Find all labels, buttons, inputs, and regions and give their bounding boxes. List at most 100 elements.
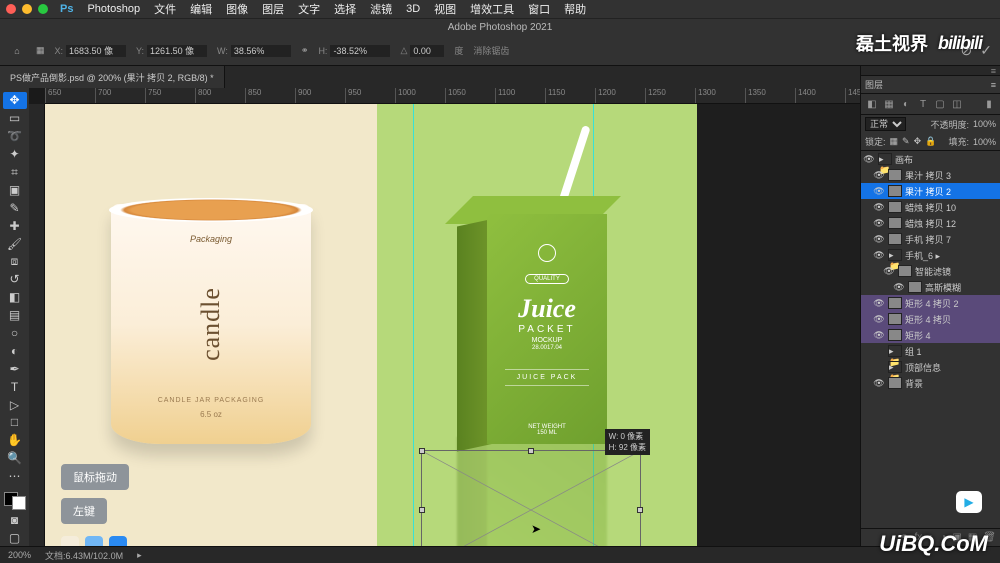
lock-all-icon[interactable]: 🔒 — [925, 136, 936, 147]
visibility-icon[interactable]: 👁 — [873, 330, 885, 341]
layer-row[interactable]: 👁矩形 4 拷贝 2 — [861, 295, 1000, 311]
lasso-tool[interactable]: ➰ — [3, 128, 27, 145]
visibility-icon[interactable]: 👁 — [873, 314, 885, 325]
mac-max[interactable] — [38, 4, 48, 14]
panel-menu-icon[interactable]: ≡ — [991, 80, 996, 90]
zoom-tool[interactable]: 🔍 — [3, 450, 27, 467]
angle-input[interactable] — [410, 45, 444, 57]
pen-tool[interactable]: ✒ — [3, 360, 27, 377]
x-input[interactable] — [66, 45, 126, 57]
heal-tool[interactable]: ✚ — [3, 217, 27, 234]
h-input[interactable] — [330, 45, 390, 57]
screenmode-icon[interactable]: ▢ — [3, 529, 27, 546]
blur-tool[interactable]: ○ — [3, 325, 27, 342]
stamp-tool[interactable]: ⧈ — [3, 253, 27, 270]
transform-handle[interactable] — [528, 448, 534, 454]
filter-adjust-icon[interactable]: ◐ — [899, 97, 913, 111]
filter-kind-icon[interactable]: ◧ — [865, 97, 879, 111]
gradient-tool[interactable]: ▤ — [3, 307, 27, 324]
menu-item[interactable]: 增效工具 — [470, 1, 514, 17]
frame-tool[interactable]: ▣ — [3, 181, 27, 198]
guide[interactable] — [413, 104, 414, 546]
transform-handle[interactable] — [419, 507, 425, 513]
w-input[interactable] — [231, 45, 291, 57]
panel-menu-icon[interactable]: ≡ — [991, 66, 996, 75]
shape-tool[interactable]: □ — [3, 414, 27, 431]
menu-item[interactable]: 滤镜 — [370, 1, 392, 17]
menu-item[interactable]: 图像 — [226, 1, 248, 17]
layer-row[interactable]: 👁矩形 4 拷贝 — [861, 311, 1000, 327]
transform-handle[interactable] — [637, 507, 643, 513]
move-tool[interactable]: ✥ — [3, 92, 27, 109]
layer-row[interactable]: 👁▸📁手机_6 ▸ — [861, 247, 1000, 263]
visibility-icon[interactable]: 👁 — [883, 266, 895, 277]
hand-tool[interactable]: ✋ — [3, 432, 27, 449]
dodge-tool[interactable]: ◐ — [3, 342, 27, 359]
filter-type-icon[interactable]: T — [916, 97, 930, 111]
visibility-icon[interactable]: 👁 — [873, 202, 885, 213]
layer-row[interactable]: 👁智能滤镜 — [861, 263, 1000, 279]
layer-row[interactable]: ▸📁组 1 — [861, 343, 1000, 359]
menu-item[interactable]: 视图 — [434, 1, 456, 17]
layers-tab[interactable]: 图层 — [865, 78, 883, 91]
canvas-area[interactable]: Packaging candle CANDLE JAR PACKAGING 6.… — [45, 104, 860, 546]
menu-item[interactable]: 文件 — [154, 1, 176, 17]
layer-row[interactable]: 👁矩形 4 — [861, 327, 1000, 343]
menu-item[interactable]: Photoshop — [87, 3, 140, 15]
quickmask-icon[interactable]: ◙ — [3, 511, 27, 528]
filter-toggle-icon[interactable]: ▮ — [982, 97, 996, 111]
menu-item[interactable]: 窗口 — [528, 1, 550, 17]
link-icon[interactable]: ⚭ — [301, 45, 309, 56]
color-swatches[interactable] — [4, 492, 26, 511]
visibility-icon[interactable]: 👁 — [873, 234, 885, 245]
visibility-icon[interactable]: 👁 — [873, 218, 885, 229]
layer-row[interactable]: 👁蜡烛 拷贝 12 — [861, 215, 1000, 231]
layer-row[interactable]: 👁果汁 拷贝 2 — [861, 183, 1000, 199]
mac-close[interactable] — [6, 4, 16, 14]
visibility-icon[interactable]: 👁 — [873, 186, 885, 197]
filter-pixel-icon[interactable]: ▦ — [882, 97, 896, 111]
menu-item[interactable]: 3D — [406, 3, 420, 15]
menu-item[interactable]: 帮助 — [564, 1, 586, 17]
menu-item[interactable]: 图层 — [262, 1, 284, 17]
y-input[interactable] — [147, 45, 207, 57]
transform-origin-icon[interactable]: ▦ — [36, 45, 45, 56]
lock-pos-icon[interactable]: ✥ — [914, 136, 922, 147]
chevron-right-icon[interactable]: ▸ — [137, 550, 142, 561]
menu-item[interactable]: 编辑 — [190, 1, 212, 17]
layer-row[interactable]: 👁▸📁画布 — [861, 151, 1000, 167]
commit-transform-icon[interactable]: ✓ — [980, 42, 992, 59]
visibility-icon[interactable]: 👁 — [873, 250, 885, 261]
wand-tool[interactable]: ✦ — [3, 146, 27, 163]
layer-row[interactable]: 👁高斯模糊 — [861, 279, 1000, 295]
edit-toolbar[interactable]: ⋯ — [3, 468, 27, 485]
home-icon[interactable]: ⌂ — [8, 42, 26, 60]
visibility-icon[interactable]: 👁 — [893, 282, 905, 293]
filter-shape-icon[interactable]: ▢ — [933, 97, 947, 111]
layer-row[interactable]: 👁蜡烛 拷贝 10 — [861, 199, 1000, 215]
layer-row[interactable]: 👁背景 — [861, 375, 1000, 391]
document-tab[interactable]: PS做产品倒影.psd @ 200% (果汁 拷贝 2, RGB/8) * — [0, 66, 225, 88]
marquee-tool[interactable]: ▭ — [3, 110, 27, 127]
crop-tool[interactable]: ⌗ — [3, 164, 27, 181]
blend-mode-select[interactable]: 正常 — [865, 117, 906, 131]
visibility-icon[interactable]: 👁 — [873, 298, 885, 309]
filter-smart-icon[interactable]: ◫ — [950, 97, 964, 111]
opacity-value[interactable]: 100% — [973, 119, 996, 129]
menu-item[interactable]: 选择 — [334, 1, 356, 17]
mac-min[interactable] — [22, 4, 32, 14]
layer-row[interactable]: 👁手机 拷贝 7 — [861, 231, 1000, 247]
layer-row[interactable]: 👁果汁 拷贝 3 — [861, 167, 1000, 183]
fill-value[interactable]: 100% — [973, 137, 996, 147]
visibility-icon[interactable]: 👁 — [873, 378, 885, 389]
type-tool[interactable]: T — [3, 378, 27, 395]
path-tool[interactable]: ▷ — [3, 396, 27, 413]
lock-trans-icon[interactable]: ▦ — [890, 136, 899, 147]
brush-tool[interactable]: 🖌 — [3, 235, 27, 252]
lock-paint-icon[interactable]: ✎ — [902, 136, 910, 147]
transform-bounds[interactable]: W: 0 像素 H: 92 像素 ➤ — [421, 450, 641, 546]
eyedropper-tool[interactable]: ✎ — [3, 199, 27, 216]
visibility-icon[interactable]: 👁 — [863, 154, 875, 165]
history-brush-tool[interactable]: ↺ — [3, 271, 27, 288]
menu-item[interactable]: 文字 — [298, 1, 320, 17]
